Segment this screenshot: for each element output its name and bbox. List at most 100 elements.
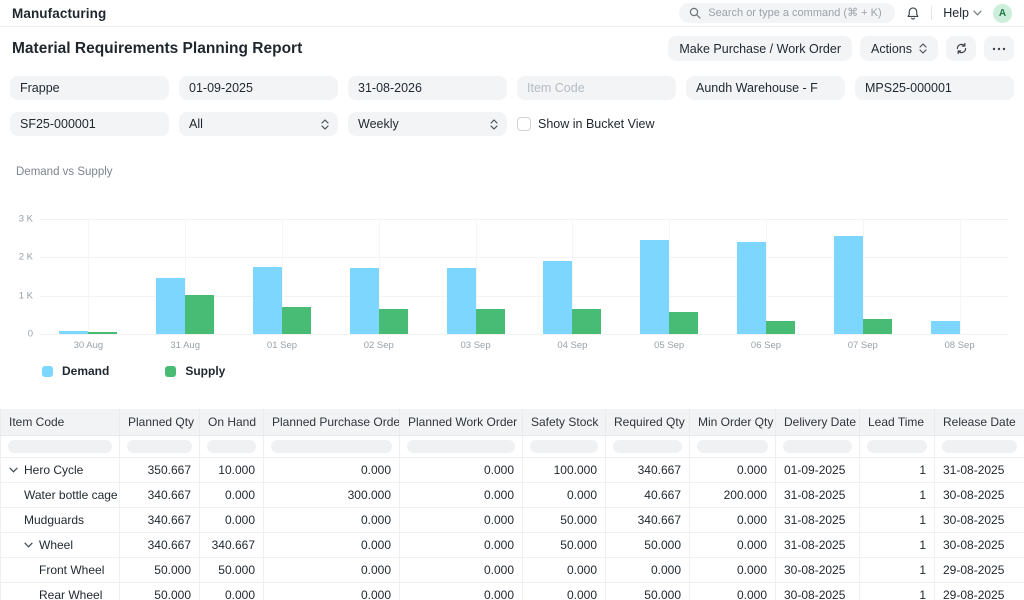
frequency-select[interactable]: Weekly [348, 112, 507, 136]
sort-chevrons-icon [919, 43, 927, 54]
column-header[interactable]: Planned Work Order [400, 409, 523, 435]
column-filter-input[interactable] [127, 440, 192, 453]
chart-plot: 3 K2 K1 K0 [40, 219, 1008, 334]
column-header[interactable]: Min Order Qty [690, 409, 776, 435]
warehouse-input[interactable] [686, 76, 845, 100]
notifications-bell-icon[interactable] [906, 6, 920, 21]
cell: 1 [860, 532, 935, 557]
column-filter-input[interactable] [942, 440, 1017, 453]
app-name[interactable]: Manufacturing [12, 6, 106, 21]
sales-forecast-input[interactable] [10, 112, 169, 136]
chart-group [718, 219, 815, 334]
demand-bar[interactable] [931, 321, 960, 334]
demand-bar[interactable] [59, 331, 88, 334]
table-body: Hero Cycle350.66710.0000.0000.000100.000… [1, 435, 1024, 600]
mps-order-input[interactable] [855, 76, 1014, 100]
column-filter-input[interactable] [207, 440, 256, 453]
cell: 0.000 [400, 582, 523, 600]
demand-bar[interactable] [350, 268, 379, 334]
demand-bar[interactable] [253, 267, 282, 334]
demand-bar[interactable] [543, 261, 572, 334]
item-name: Wheel [39, 538, 73, 552]
avatar[interactable]: A [993, 4, 1012, 23]
column-header[interactable]: Lead Time [860, 409, 935, 435]
frequency-value: Weekly [358, 117, 399, 131]
column-filter-input[interactable] [613, 440, 682, 453]
column-filter-input[interactable] [407, 440, 515, 453]
make-purchase-work-order-button[interactable]: Make Purchase / Work Order [668, 36, 852, 61]
demand-bar[interactable] [156, 278, 185, 334]
supply-bar[interactable] [185, 295, 214, 334]
column-filter-input[interactable] [697, 440, 768, 453]
column-filter-input[interactable] [783, 440, 852, 453]
supply-bar[interactable] [863, 319, 892, 334]
supply-bar[interactable] [282, 307, 311, 334]
supply-bar[interactable] [476, 309, 505, 334]
column-header[interactable]: Safety Stock [523, 409, 606, 435]
filter-cell [400, 435, 523, 457]
cell: 0.000 [264, 457, 400, 482]
chart-group [40, 219, 137, 334]
column-filter-input[interactable] [271, 440, 392, 453]
demand-bar[interactable] [737, 242, 766, 334]
column-header[interactable]: Item Code [1, 409, 120, 435]
cell: 1 [860, 557, 935, 582]
item-group-select[interactable]: All [179, 112, 338, 136]
filter-cell [1, 435, 120, 457]
legend-label: Supply [185, 364, 225, 378]
item-code-cell: Rear Wheel [1, 582, 120, 600]
legend-item[interactable]: Supply [165, 364, 225, 378]
chart-group [137, 219, 234, 334]
column-header[interactable]: Required Qty [606, 409, 690, 435]
column-header[interactable]: Delivery Date [776, 409, 860, 435]
cell: 340.667 [200, 532, 264, 557]
global-search[interactable] [679, 3, 895, 23]
column-header[interactable]: Release Date [935, 409, 1024, 435]
page-header: Material Requirements Planning Report Ma… [0, 27, 1024, 68]
filter-cell [690, 435, 776, 457]
item-cell: Wheel [9, 538, 111, 552]
chart-x-axis: 30 Aug31 Aug01 Sep02 Sep03 Sep04 Sep05 S… [40, 334, 1008, 351]
demand-bar[interactable] [834, 236, 863, 334]
help-button[interactable]: Help [943, 6, 982, 20]
column-filter-input[interactable] [530, 440, 598, 453]
supply-bar[interactable] [669, 312, 698, 334]
column-header[interactable]: Planned Qty [120, 409, 200, 435]
column-filter-input[interactable] [867, 440, 927, 453]
supply-bar[interactable] [88, 332, 117, 334]
legend-item[interactable]: Demand [42, 364, 109, 378]
to-date-input[interactable] [348, 76, 507, 100]
x-axis-tick-label: 04 Sep [524, 334, 621, 351]
table-row: Mudguards340.6670.0000.0000.00050.000340… [1, 507, 1024, 532]
supply-bar[interactable] [572, 309, 601, 334]
help-label: Help [943, 6, 969, 20]
item-code-input[interactable] [517, 76, 676, 100]
item-code-cell: Mudguards [1, 507, 120, 532]
expand-chevron-icon[interactable] [9, 467, 18, 473]
cell: 100.000 [523, 457, 606, 482]
search-input[interactable] [708, 7, 885, 19]
cell: 50.000 [120, 557, 200, 582]
supply-bar[interactable] [379, 309, 408, 334]
refresh-button[interactable] [946, 36, 976, 61]
company-input[interactable] [10, 76, 169, 100]
item-group-value: All [189, 117, 203, 131]
x-axis-tick-label: 06 Sep [718, 334, 815, 351]
column-filter-input[interactable] [8, 440, 112, 453]
more-options-button[interactable] [984, 36, 1014, 61]
from-date-input[interactable] [179, 76, 338, 100]
legend-swatch [42, 366, 53, 377]
expand-chevron-icon[interactable] [24, 542, 33, 548]
cell: 1 [860, 507, 935, 532]
chart-legend: Demand Supply [16, 364, 1018, 378]
supply-bar[interactable] [766, 321, 795, 334]
actions-button[interactable]: Actions [860, 36, 938, 61]
demand-bar[interactable] [447, 268, 476, 334]
cell: 50.000 [606, 582, 690, 600]
column-header[interactable]: On Hand [200, 409, 264, 435]
demand-bar[interactable] [640, 240, 669, 334]
sort-chevrons-icon [490, 119, 498, 130]
table-row: Water bottle cage340.6670.000300.0000.00… [1, 482, 1024, 507]
column-header[interactable]: Planned Purchase Order [264, 409, 400, 435]
bucket-view-checkbox[interactable] [517, 117, 531, 131]
